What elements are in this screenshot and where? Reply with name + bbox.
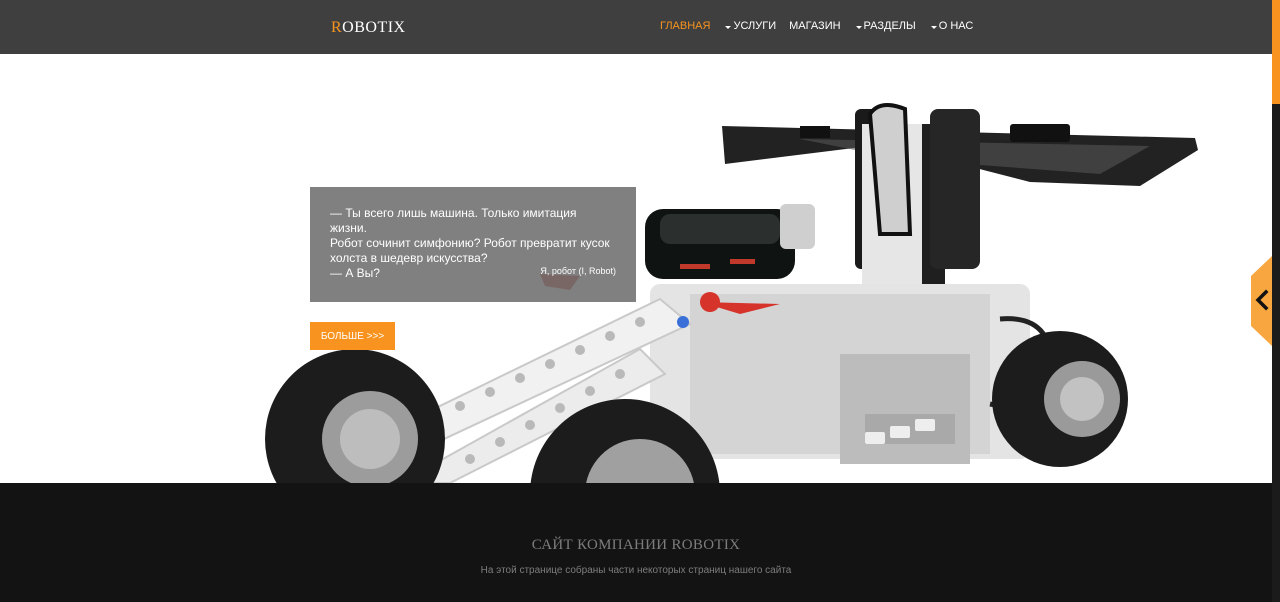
hero-slider: — Ты всего лишь машина. Только имитация …	[0, 54, 1272, 483]
logo-initial: R	[331, 19, 343, 36]
footer-section: САЙТ КОМПАНИИ ROBOTIX На этой странице с…	[0, 483, 1272, 602]
quote-source: Я, робот (I, Robot)	[540, 266, 616, 276]
logo-text: OBOTIX	[342, 19, 406, 36]
nav-item-label: УСЛУГИ	[733, 20, 777, 32]
site-logo[interactable]: ROBOTIX	[331, 19, 406, 37]
nav-item-shop[interactable]: МАГАЗИН	[789, 20, 840, 32]
robot-image	[265, 103, 1198, 483]
caret-down-icon	[855, 25, 862, 29]
main-nav: ГЛАВНАЯ УСЛУГИ МАГАЗИН РАЗДЕЛЫ О НАС	[660, 20, 986, 32]
nav-item-label: ГЛАВНАЯ	[660, 20, 711, 32]
more-button[interactable]: БОЛЬШЕ >>>	[310, 322, 395, 350]
nav-item-label: РАЗДЕЛЫ	[863, 20, 916, 32]
nav-item-label: МАГАЗИН	[789, 20, 841, 32]
footer-title: САЙТ КОМПАНИИ ROBOTIX	[531, 537, 741, 553]
caret-down-icon	[930, 25, 937, 29]
footer-subtitle: На этой странице собраны части некоторых…	[480, 565, 792, 576]
side-panel-toggle[interactable]	[1251, 256, 1272, 346]
quote-line: — Ты всего лишь машина. Только имитация …	[330, 206, 577, 235]
nav-item-services[interactable]: УСЛУГИ	[725, 20, 776, 32]
nav-item-about[interactable]: О НАС	[930, 20, 974, 32]
nav-item-sections[interactable]: РАЗДЕЛЫ	[855, 20, 916, 32]
nav-item-label: О НАС	[938, 20, 974, 32]
site-header: ROBOTIX ГЛАВНАЯ УСЛУГИ МАГАЗИН РАЗДЕЛЫ О…	[0, 0, 1272, 54]
nav-item-home[interactable]: ГЛАВНАЯ	[660, 20, 710, 32]
scrollbar-thumb[interactable]	[1272, 0, 1280, 104]
chevron-left-icon	[1251, 256, 1272, 346]
quote-box: — Ты всего лишь машина. Только имитация …	[310, 187, 636, 302]
page-scrollbar[interactable]	[1272, 0, 1280, 602]
caret-down-icon	[725, 25, 732, 29]
quote-line: Робот сочинит симфонию? Робот превратит …	[330, 236, 610, 250]
